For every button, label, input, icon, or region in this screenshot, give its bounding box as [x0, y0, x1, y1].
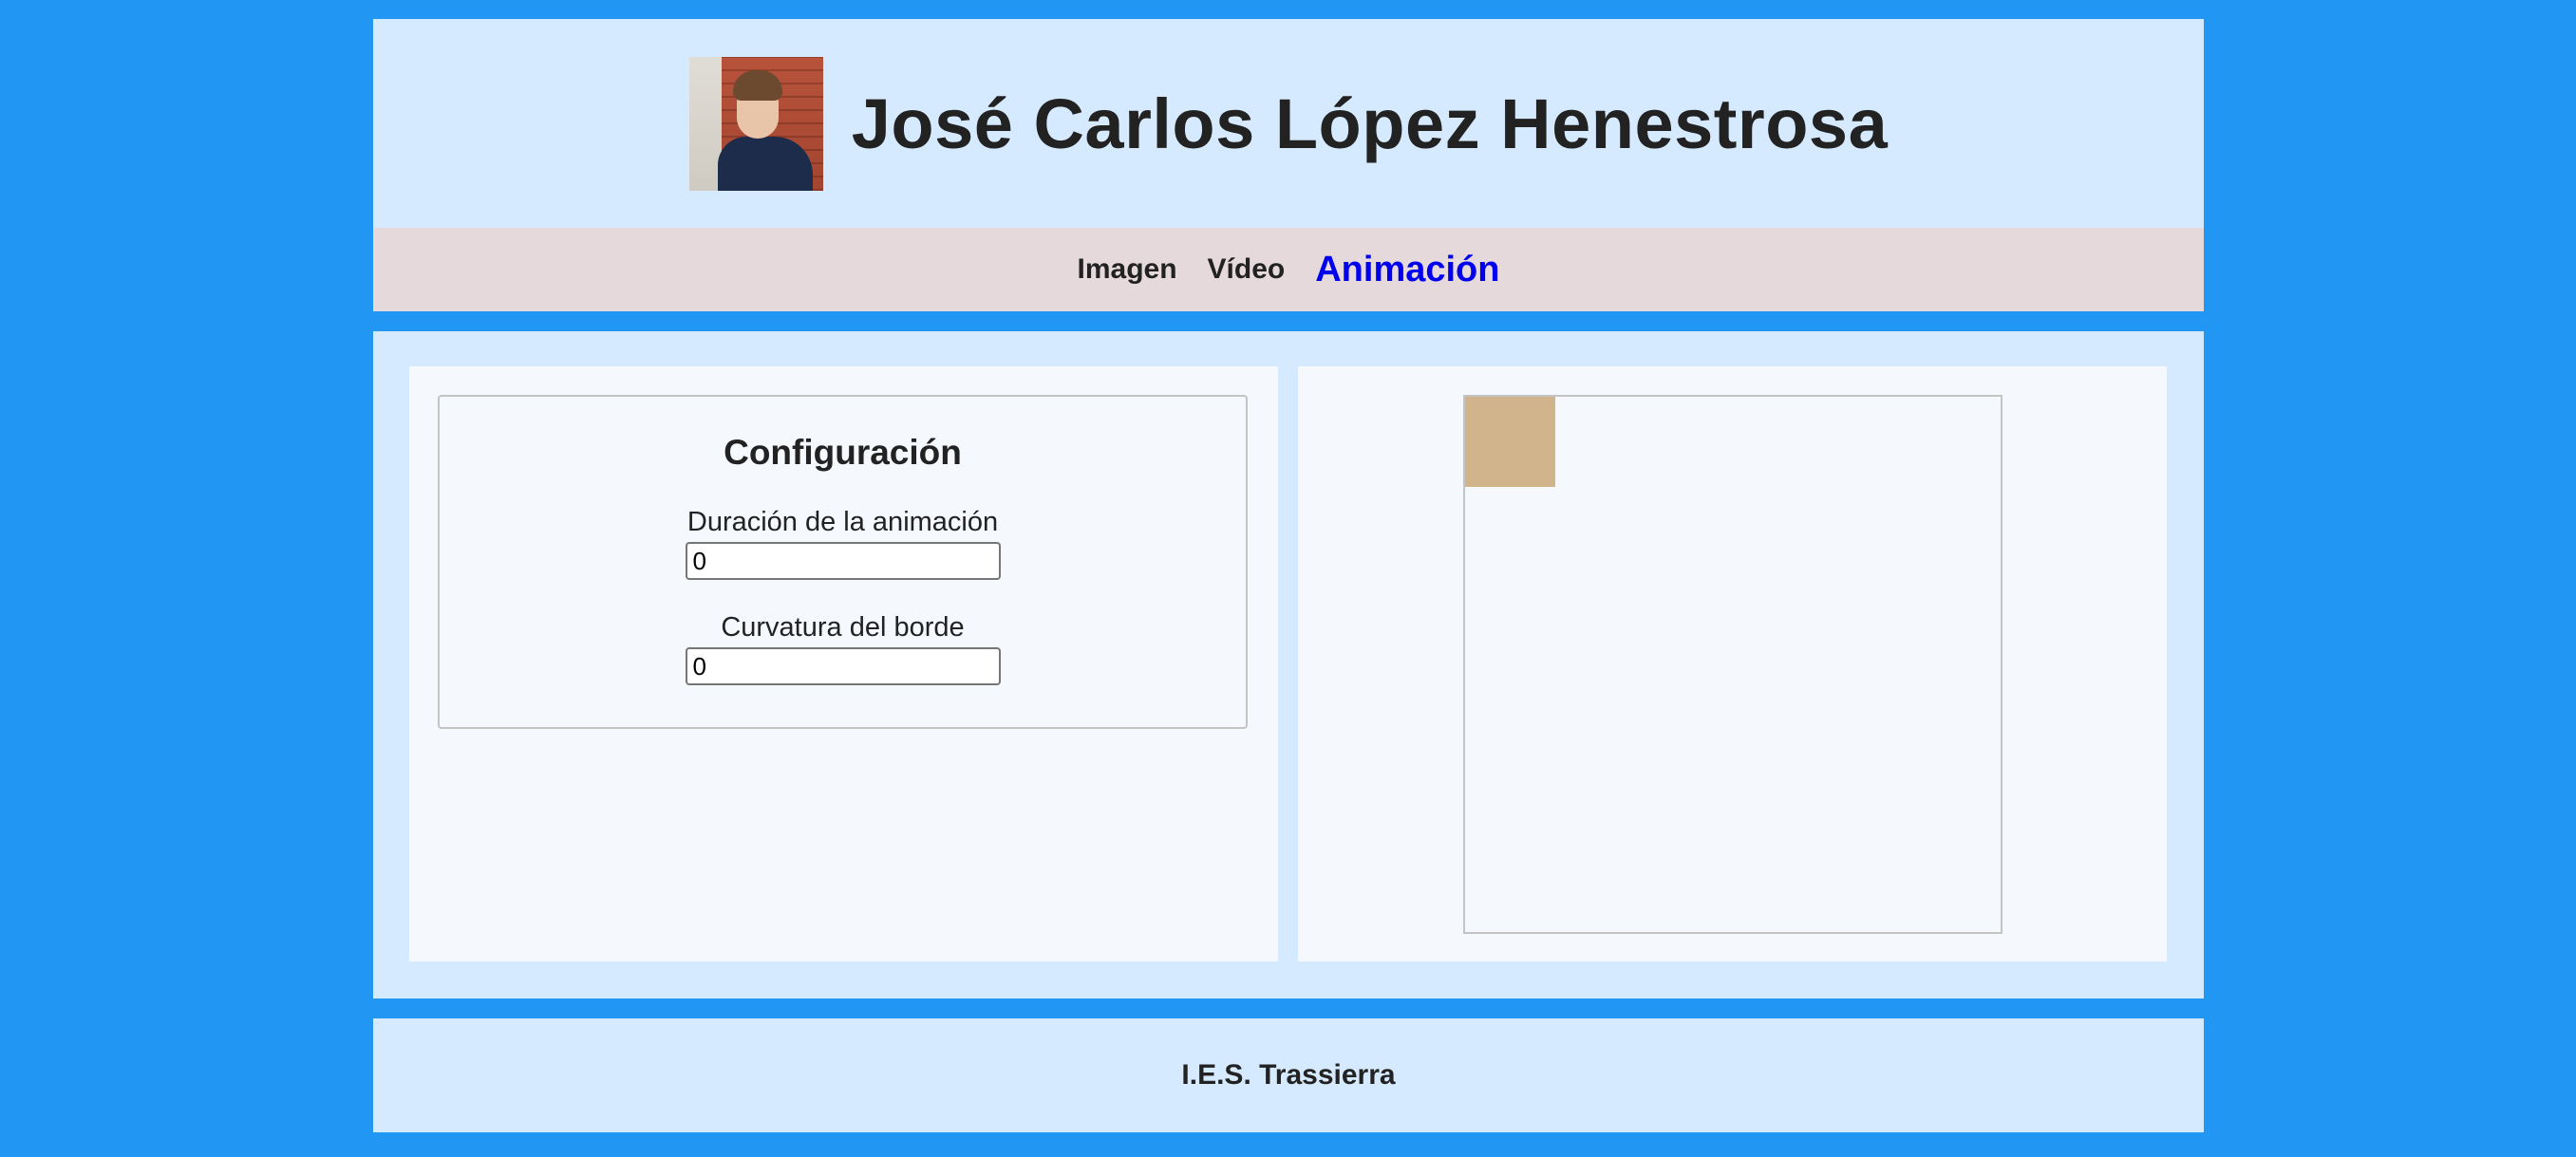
duration-label: Duración de la animación	[686, 507, 999, 537]
config-form: Configuración Duración de la animación C…	[438, 395, 1248, 729]
avatar-body	[717, 136, 813, 191]
duration-input[interactable]	[685, 542, 1001, 580]
border-radius-input[interactable]	[685, 647, 1001, 685]
page-footer: I.E.S. Trassierra	[373, 1018, 2204, 1132]
footer-text: I.E.S. Trassierra	[1181, 1059, 1396, 1091]
page-header: José Carlos López Henestrosa	[373, 19, 2204, 228]
header-content: José Carlos López Henestrosa	[373, 19, 2204, 228]
nav-link-video[interactable]: Vídeo	[1208, 253, 1286, 286]
animated-square	[1465, 397, 1555, 487]
config-panel: Configuración Duración de la animación C…	[409, 366, 1278, 961]
config-title: Configuración	[724, 433, 962, 472]
border-radius-label: Curvatura del borde	[721, 612, 965, 643]
main-nav: Imagen Vídeo Animación	[373, 228, 2204, 311]
nav-link-imagen[interactable]: Imagen	[1078, 253, 1177, 286]
nav-link-animacion[interactable]: Animación	[1315, 250, 1499, 290]
avatar-background-wall	[688, 56, 722, 191]
avatar	[688, 56, 823, 191]
animation-stage	[1463, 395, 2003, 934]
main-section: Configuración Duración de la animación C…	[373, 331, 2204, 998]
animation-panel	[1298, 366, 2167, 961]
page-title: José Carlos López Henestrosa	[851, 84, 1889, 163]
